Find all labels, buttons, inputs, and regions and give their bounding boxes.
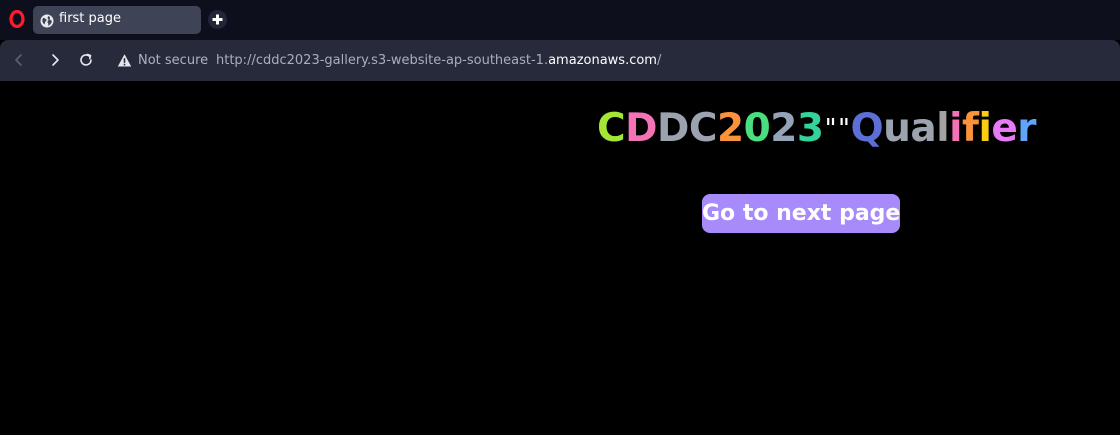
forward-button[interactable] [47, 52, 63, 68]
url-scheme: http:// [216, 53, 256, 68]
heading-char: " [824, 114, 837, 144]
page-content: CDDC2023""Qualifier Go to next page [0, 81, 1120, 435]
heading-char: C [597, 106, 626, 151]
url-domain: amazonaws.com [548, 53, 657, 68]
heading-char: Q [850, 106, 884, 151]
security-label[interactable]: Not secure [138, 53, 208, 69]
page-heading: CDDC2023""Qualifier [597, 103, 1037, 155]
opera-logo-icon[interactable] [9, 9, 25, 29]
back-button[interactable] [11, 52, 27, 68]
heading-char: C [688, 106, 718, 151]
tab-title: first page [59, 11, 122, 26]
heading-char: 0 [743, 106, 771, 151]
heading-char: e [991, 106, 1018, 151]
heading-char: 2 [717, 106, 744, 151]
heading-char: 3 [796, 106, 824, 151]
tab-strip: first page [0, 0, 1120, 40]
warning-triangle-icon[interactable] [117, 53, 132, 68]
new-tab-button[interactable] [208, 10, 227, 29]
tab-active[interactable]: first page [33, 6, 201, 34]
heading-char: r [1017, 106, 1037, 151]
forward-arrow-icon [52, 54, 59, 66]
heading-char: a [910, 106, 937, 151]
back-arrow-icon [15, 54, 22, 66]
reload-button[interactable] [78, 52, 94, 68]
url-path: / [656, 53, 662, 68]
heading-char: f [962, 106, 979, 151]
url-host: cddc2023-gallery.s3-website-ap-southeast… [256, 53, 657, 68]
heading-char: D [625, 106, 657, 151]
url-subdomain: cddc2023-gallery.s3-website-ap-southeast… [255, 53, 549, 68]
heading-char: 2 [770, 106, 797, 151]
heading-char: " [838, 114, 850, 144]
heading-char: i [978, 106, 992, 151]
address-bar-url[interactable]: http://cddc2023-gallery.s3-website-ap-so… [216, 53, 661, 69]
globe-icon [40, 13, 54, 28]
heading-char: i [949, 106, 962, 151]
browser-toolbar: Not secure http://cddc2023-gallery.s3-we… [0, 40, 1120, 81]
browser-window: first page Not secure http://cddc2023-ga… [0, 0, 1120, 435]
next-page-button[interactable]: Go to next page [702, 194, 900, 233]
heading-char: l [936, 106, 950, 151]
heading-char: D [657, 106, 689, 151]
heading-char: u [883, 106, 911, 151]
plus-icon [212, 14, 223, 25]
reload-icon [80, 53, 92, 66]
